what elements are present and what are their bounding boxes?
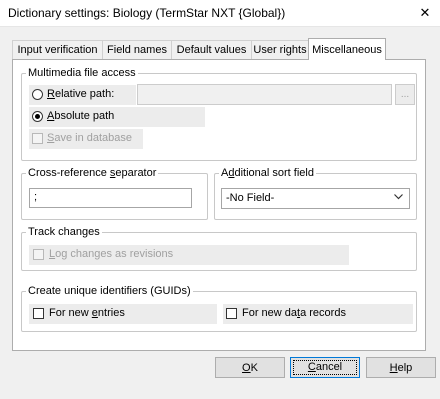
new-data-records-label: For new data records [242,307,346,319]
help-button[interactable]: Help [366,357,436,378]
cancel-button[interactable]: Cancel [290,357,360,378]
tab-panel-miscellaneous: Multimedia file access Relative path: ..… [12,59,426,351]
save-in-database-label: Save in database [47,132,133,144]
relative-path-radio[interactable] [32,89,43,100]
cancel-label: Cancel [292,360,358,375]
close-icon: ✕ [419,5,431,20]
title-bar: Dictionary settings: Biology (TermStar N… [0,0,440,27]
relative-path-input[interactable] [137,84,392,105]
help-label: Help [389,361,413,374]
window-title: Dictionary settings: Biology (TermStar N… [8,6,286,20]
tab-default-values[interactable]: Default values [171,40,252,59]
new-data-records-checkbox[interactable] [226,308,237,319]
sort-field-legend: Additional sort field [221,167,314,179]
sort-field-select[interactable]: -No Field- [221,188,410,209]
tab-miscellaneous[interactable]: Miscellaneous [308,38,386,60]
browse-button[interactable]: ... [395,84,415,105]
relative-path-label: Relative path: [47,88,115,100]
log-changes-label: Log changes as revisions [49,248,174,260]
ok-button[interactable]: OK [215,357,285,378]
crossref-separator-input[interactable]: ; [29,188,192,208]
tab-field-names[interactable]: Field names [102,40,172,59]
close-button[interactable]: ✕ [410,0,440,26]
chevron-down-icon [394,194,403,200]
save-in-database-checkbox[interactable] [32,133,43,144]
absolute-path-label: Absolute path [47,110,115,122]
tab-input-verification[interactable]: Input verification [12,40,103,59]
crossref-legend: Cross-reference separator [28,167,157,179]
track-changes-legend: Track changes [28,226,100,238]
tab-user-rights[interactable]: User rights [251,40,309,59]
absolute-path-radio[interactable] [32,111,43,122]
log-changes-checkbox[interactable] [33,249,44,260]
guids-legend: Create unique identifiers (GUIDs) [28,285,191,297]
multimedia-legend: Multimedia file access [28,67,136,79]
sort-field-value: -No Field- [226,192,275,204]
new-entries-label: For new entries [49,307,125,319]
ok-label: OK [242,361,258,374]
new-entries-checkbox[interactable] [33,308,44,319]
